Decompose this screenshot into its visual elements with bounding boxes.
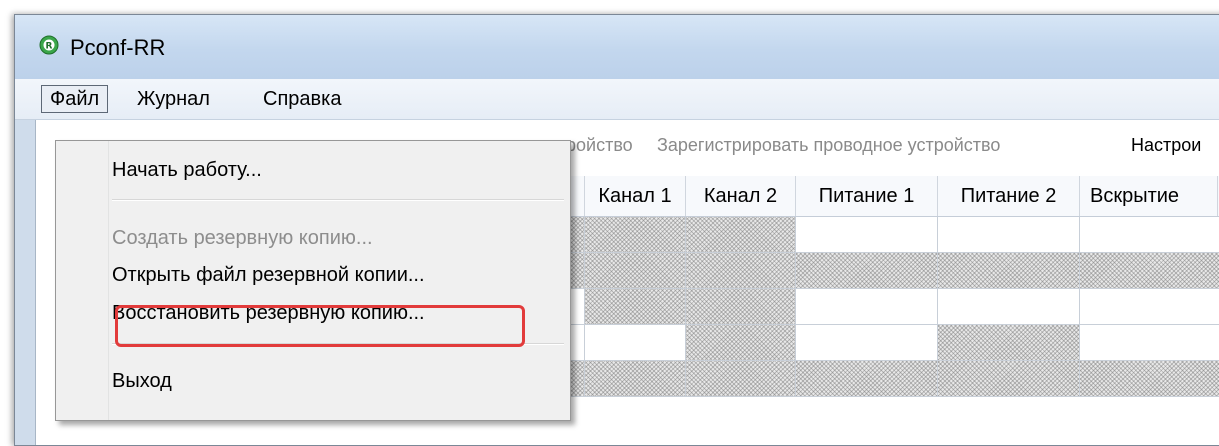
grid-cell[interactable] <box>796 325 938 361</box>
menu-bar: Файл Журнал Справка <box>15 79 1219 120</box>
grid-cell[interactable] <box>585 289 686 325</box>
grid-cell[interactable] <box>585 253 686 289</box>
grid-cell[interactable] <box>1080 253 1219 289</box>
app-window: R Pconf-RR Файл Журнал Справка ройство З… <box>14 14 1219 446</box>
grid-cell[interactable] <box>686 217 796 253</box>
grid-cell[interactable] <box>585 361 686 397</box>
window-title: Pconf-RR <box>70 35 166 60</box>
grid-cell[interactable] <box>938 325 1080 361</box>
menu-item-open-backup-file[interactable]: Открыть файл резервной копии... <box>112 257 425 293</box>
menu-help[interactable]: Справка <box>255 85 349 113</box>
grid-cell[interactable] <box>1080 217 1219 253</box>
grid-cell[interactable] <box>686 253 796 289</box>
grid-cell[interactable] <box>585 217 686 253</box>
column-header-tamper[interactable]: Вскрытие <box>1080 176 1218 216</box>
grid-cell[interactable] <box>796 253 938 289</box>
column-header-channel-2[interactable]: Канал 2 <box>686 176 796 216</box>
grid-header: ь Канал 1 Канал 2 Питание 1 Питание 2 Вс… <box>555 176 1219 217</box>
grid-cell[interactable] <box>1080 361 1219 397</box>
column-header-channel-1[interactable]: Канал 1 <box>585 176 686 216</box>
grid-cell[interactable] <box>938 289 1080 325</box>
grid-cell[interactable] <box>796 361 938 397</box>
svg-text:R: R <box>46 42 53 52</box>
menu-separator <box>112 199 564 201</box>
menu-journal[interactable]: Журнал <box>129 85 218 113</box>
menu-file[interactable]: Файл <box>41 85 109 113</box>
grid-cell[interactable] <box>1080 289 1219 325</box>
grid-cell[interactable] <box>796 217 938 253</box>
left-panel-strip <box>15 120 35 445</box>
grid-cell[interactable] <box>938 253 1080 289</box>
grid-cell[interactable] <box>686 325 796 361</box>
grid-cell[interactable] <box>1080 325 1219 361</box>
toolbar-item-device: ройство <box>566 135 633 155</box>
menu-item-create-backup: Создать резервную копию... <box>112 227 373 249</box>
menu-icon-gutter <box>56 141 109 420</box>
grid-cell[interactable] <box>686 361 796 397</box>
column-header-power-2[interactable]: Питание 2 <box>938 176 1080 216</box>
restore-backup-highlight <box>115 305 525 347</box>
file-menu-dropdown: Начать работу... Создать резервную копию… <box>55 140 571 421</box>
title-bar: R Pconf-RR <box>15 15 1219 79</box>
grid-cell[interactable] <box>585 325 686 361</box>
grid-cell[interactable] <box>686 289 796 325</box>
grid-cell[interactable] <box>938 217 1080 253</box>
toolbar-settings[interactable]: Настрои <box>1131 128 1201 162</box>
column-header-power-1[interactable]: Питание 1 <box>796 176 938 216</box>
menu-item-start-work[interactable]: Начать работу... <box>112 152 262 188</box>
menu-item-exit[interactable]: Выход <box>112 363 172 399</box>
grid-cell[interactable] <box>796 289 938 325</box>
toolbar-register-wired-device: Зарегистрировать проводное устройство <box>657 135 1001 155</box>
grid-cell[interactable] <box>938 361 1080 397</box>
rr-logo-icon: R <box>39 35 59 55</box>
